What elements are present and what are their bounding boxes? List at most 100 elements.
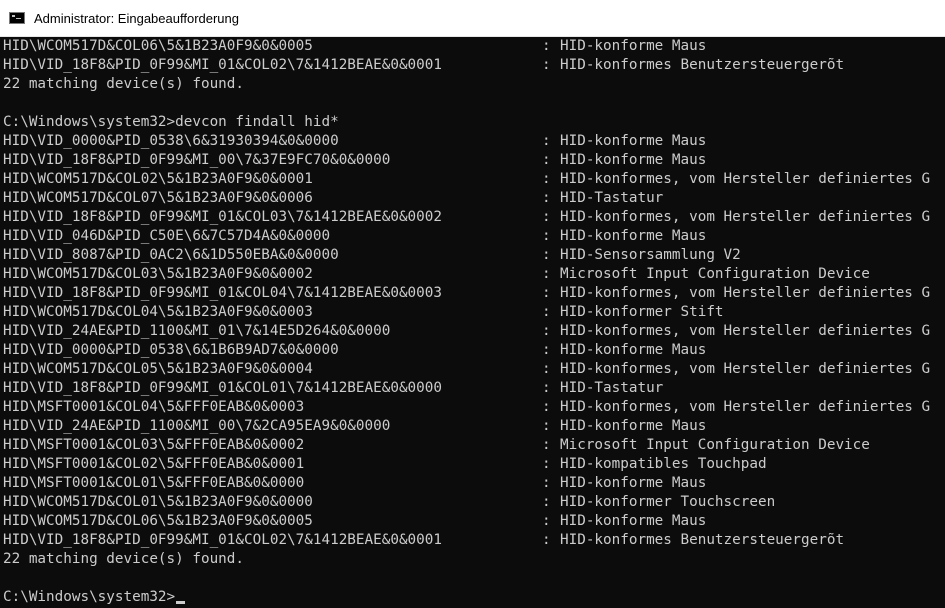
device-description: HID-konforme Maus xyxy=(560,513,707,529)
device-entry-line: HID\VID_18F8&PID_0F99&MI_01&COL04\7&1412… xyxy=(0,284,945,303)
device-instance-id: HID\WCOM517D&COL05\5&1B23A0F9&0&0004 xyxy=(3,361,313,377)
device-description: HID-konforme Maus xyxy=(560,228,707,244)
device-instance-id: HID\MSFT0001&COL03\5&FFF0EAB&0&0002 xyxy=(3,437,305,453)
device-entry-line: HID\MSFT0001&COL03\5&FFF0EAB&0&0002: Micr… xyxy=(0,436,945,455)
device-instance-id: HID\VID_0000&PID_0538\6&1B6B9AD7&0&0000 xyxy=(3,342,339,358)
column-separator: : xyxy=(542,399,551,415)
device-description: HID-kompatibles Touchpad xyxy=(560,456,767,472)
device-entry-line: HID\VID_24AE&PID_1100&MI_00\7&2CA95EA9&0… xyxy=(0,417,945,436)
device-description: Microsoft Input Configuration Device xyxy=(560,266,870,282)
column-separator: : xyxy=(542,285,551,301)
device-entry-line: HID\MSFT0001&COL01\5&FFF0EAB&0&0000: HID-… xyxy=(0,474,945,493)
device-instance-id: HID\MSFT0001&COL01\5&FFF0EAB&0&0000 xyxy=(3,475,305,491)
device-instance-id: HID\VID_046D&PID_C50E\6&7C57D4A&0&0000 xyxy=(3,228,331,244)
device-instance-id: HID\WCOM517D&COL01\5&1B23A0F9&0&0000 xyxy=(3,494,313,510)
device-instance-id: HID\VID_18F8&PID_0F99&MI_01&COL02\7&1412… xyxy=(3,532,442,548)
device-description: HID-konformer Touchscreen xyxy=(560,494,776,510)
device-entry-line: HID\VID_0000&PID_0538\6&31930394&0&0000:… xyxy=(0,132,945,151)
device-instance-id: HID\MSFT0001&COL04\5&FFF0EAB&0&0003 xyxy=(3,399,305,415)
device-description: HID-konformes, vom Hersteller definierte… xyxy=(560,209,931,225)
device-entry-line: HID\VID_18F8&PID_0F99&MI_01&COL01\7&1412… xyxy=(0,379,945,398)
device-entry-line: HID\WCOM517D&COL04\5&1B23A0F9&0&0003: HID… xyxy=(0,303,945,322)
device-entry-line: HID\VID_046D&PID_C50E\6&7C57D4A&0&0000: H… xyxy=(0,227,945,246)
device-instance-id: HID\WCOM517D&COL04\5&1B23A0F9&0&0003 xyxy=(3,304,313,320)
device-description: HID-konformes, vom Hersteller definierte… xyxy=(560,285,931,301)
column-separator: : xyxy=(542,247,551,263)
device-instance-id: HID\WCOM517D&COL06\5&1B23A0F9&0&0005 xyxy=(3,513,313,529)
column-separator: : xyxy=(542,190,551,206)
device-instance-id: HID\WCOM517D&COL02\5&1B23A0F9&0&0001 xyxy=(3,171,313,187)
column-separator: : xyxy=(542,494,551,510)
column-separator: : xyxy=(542,38,551,54)
device-instance-id: HID\WCOM517D&COL03\5&1B23A0F9&0&0002 xyxy=(3,266,313,282)
device-entry-line: HID\WCOM517D&COL02\5&1B23A0F9&0&0001: HID… xyxy=(0,170,945,189)
device-description: HID-Sensorsammlung V2 xyxy=(560,247,741,263)
device-entry-line: HID\WCOM517D&COL03\5&1B23A0F9&0&0002: Mic… xyxy=(0,265,945,284)
device-entry-line: HID\VID_18F8&PID_0F99&MI_00\7&37E9FC70&0… xyxy=(0,151,945,170)
column-separator: : xyxy=(542,323,551,339)
device-entry-line: HID\VID_18F8&PID_0F99&MI_01&COL03\7&1412… xyxy=(0,208,945,227)
device-entry-line: HID\VID_0000&PID_0538\6&1B6B9AD7&0&0000:… xyxy=(0,341,945,360)
device-entry-line: HID\VID_8087&PID_0AC2\6&1D550EBA&0&0000:… xyxy=(0,246,945,265)
device-instance-id: HID\VID_8087&PID_0AC2\6&1D550EBA&0&0000 xyxy=(3,247,339,263)
summary-line: 22 matching device(s) found. xyxy=(0,550,945,569)
device-description: HID-Tastatur xyxy=(560,190,664,206)
column-separator: : xyxy=(542,513,551,529)
device-description: HID-konformes Benutzersteuergerõt xyxy=(560,532,845,548)
input-prompt[interactable]: C:\Windows\system32> xyxy=(3,588,186,607)
prompt-line[interactable]: C:\Windows\system32> xyxy=(0,588,945,607)
window-title: Administrator: Eingabeaufforderung xyxy=(34,10,239,26)
device-instance-id: HID\WCOM517D&COL07\5&1B23A0F9&0&0006 xyxy=(3,190,313,206)
column-separator: : xyxy=(542,380,551,396)
cmd-icon xyxy=(9,12,25,24)
column-separator: : xyxy=(542,342,551,358)
column-separator: : xyxy=(542,57,551,73)
column-separator: : xyxy=(542,418,551,434)
device-description: HID-konformes, vom Hersteller definierte… xyxy=(560,171,931,187)
title-bar[interactable]: Administrator: Eingabeaufforderung xyxy=(0,0,945,37)
device-list: HID\VID_0000&PID_0538\6&31930394&0&0000:… xyxy=(0,132,945,550)
summary-line: 22 matching device(s) found. xyxy=(0,75,945,94)
column-separator: : xyxy=(542,475,551,491)
device-description: HID-konforme Maus xyxy=(560,342,707,358)
console-output[interactable]: HID\WCOM517D&COL06\5&1B23A0F9&0&0005 : H… xyxy=(0,37,945,608)
match-count-summary: 22 matching device(s) found. xyxy=(3,76,245,92)
command-prompt: C:\Windows\system32>devcon findall hid* xyxy=(3,114,339,130)
column-separator: : xyxy=(542,152,551,168)
device-instance-id: HID\MSFT0001&COL02\5&FFF0EAB&0&0001 xyxy=(3,456,305,472)
device-entry-line: HID\WCOM517D&COL05\5&1B23A0F9&0&0004: HID… xyxy=(0,360,945,379)
device-entry-line: HID\WCOM517D&COL06\5&1B23A0F9&0&0005: HID… xyxy=(0,512,945,531)
device-instance-id: HID\VID_0000&PID_0538\6&31930394&0&0000 xyxy=(3,133,339,149)
device-description: HID-Tastatur xyxy=(560,380,664,396)
column-separator: : xyxy=(542,437,551,453)
device-entry-line: HID\VID_24AE&PID_1100&MI_01\7&14E5D264&0… xyxy=(0,322,945,341)
device-entry-line: HID\VID_18F8&PID_0F99&MI_01&COL02\7&1412… xyxy=(0,531,945,550)
column-separator: : xyxy=(542,266,551,282)
device-entry-line: HID\MSFT0001&COL04\5&FFF0EAB&0&0003: HID-… xyxy=(0,398,945,417)
device-description: HID-konforme Maus xyxy=(560,418,707,434)
column-separator: : xyxy=(542,228,551,244)
device-description: Microsoft Input Configuration Device xyxy=(560,437,870,453)
column-separator: : xyxy=(542,304,551,320)
column-separator: : xyxy=(542,361,551,377)
column-separator: : xyxy=(542,209,551,225)
device-description: HID-konformes, vom Hersteller definierte… xyxy=(560,361,931,377)
device-instance-id: HID\VID_18F8&PID_0F99&MI_01&COL03\7&1412… xyxy=(3,209,442,225)
device-description: HID-konforme Maus xyxy=(560,475,707,491)
device-instance-id: HID\VID_18F8&PID_0F99&MI_01&COL01\7&1412… xyxy=(3,380,442,396)
device-entry-line: HID\VID_18F8&PID_0F99&MI_01&COL02\7&1412… xyxy=(0,56,945,75)
match-count-summary: 22 matching device(s) found. xyxy=(3,551,245,567)
command-line: C:\Windows\system32>devcon findall hid* xyxy=(0,113,945,132)
column-separator: : xyxy=(542,171,551,187)
column-separator: : xyxy=(542,532,551,548)
device-description: HID-konforme Maus xyxy=(560,133,707,149)
prompt-path: C:\Windows\system32> xyxy=(3,589,176,605)
column-separator: : xyxy=(542,456,551,472)
device-entry-line: HID\WCOM517D&COL01\5&1B23A0F9&0&0000: HID… xyxy=(0,493,945,512)
device-instance-id: HID\VID_24AE&PID_1100&MI_01\7&14E5D264&0… xyxy=(3,323,391,339)
device-entry-line: HID\MSFT0001&COL02\5&FFF0EAB&0&0001: HID-… xyxy=(0,455,945,474)
device-instance-id: HID\VID_18F8&PID_0F99&MI_01&COL02\7&1412… xyxy=(3,57,442,73)
device-entry-line: HID\WCOM517D&COL07\5&1B23A0F9&0&0006: HID… xyxy=(0,189,945,208)
device-description: HID-konformer Stift xyxy=(560,304,724,320)
